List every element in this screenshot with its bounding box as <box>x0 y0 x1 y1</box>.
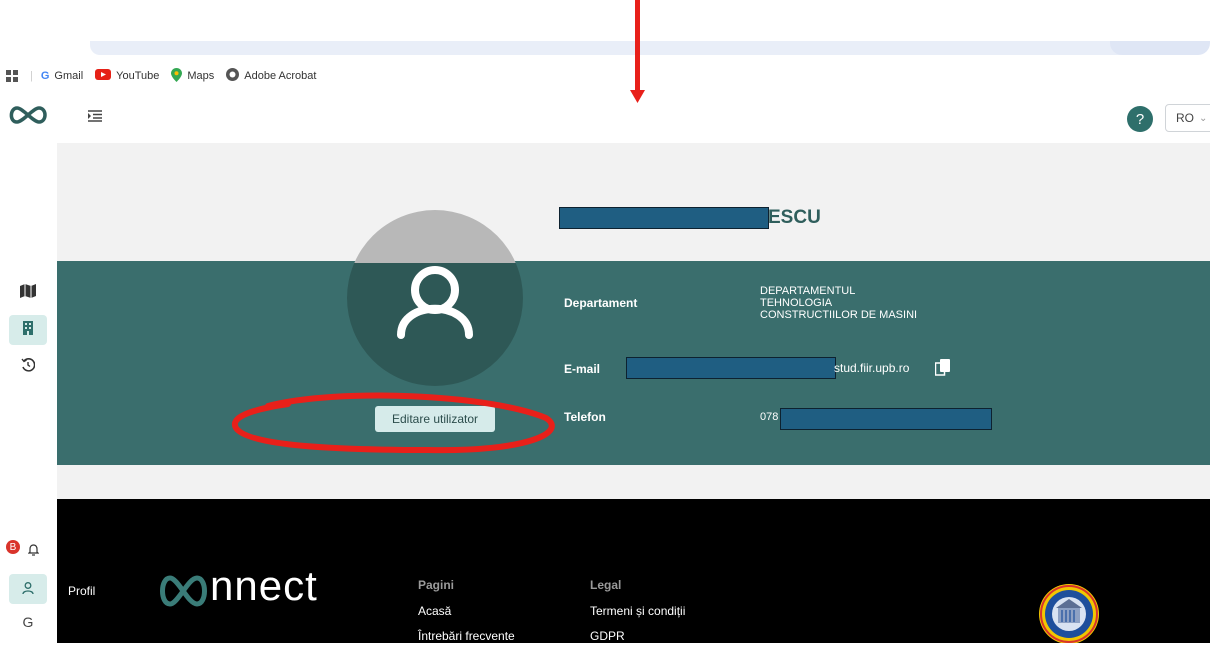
building-icon <box>22 321 34 339</box>
profile-chip[interactable] <box>1110 41 1210 55</box>
user-avatar-icon <box>397 266 473 339</box>
bookmark-label: YouTube <box>116 70 160 82</box>
bookmark-divider: | <box>30 70 33 82</box>
phone-value: 078 <box>760 411 779 423</box>
footer-pages-heading: Pagini <box>418 578 455 592</box>
sidebar-item-map[interactable] <box>9 278 47 308</box>
footer-legal-heading: Legal <box>590 578 622 592</box>
apps-grid-icon[interactable] <box>6 70 18 82</box>
phone-label: Telefon <box>564 410 606 424</box>
address-bar[interactable] <box>90 41 1130 55</box>
bookmark-label: Adobe Acrobat <box>244 70 317 82</box>
department-line: DEPARTAMENTUL <box>760 285 856 297</box>
department-line: TEHNOLOGIA <box>760 297 833 309</box>
sidebar-item-history[interactable] <box>9 352 47 382</box>
history-icon <box>21 358 36 376</box>
google-icon: G <box>40 70 50 82</box>
bookmark-label: Maps <box>187 70 215 82</box>
brand-text: nnect <box>210 562 318 609</box>
sidebar <box>0 143 57 643</box>
bookmark-label: Gmail <box>54 70 84 82</box>
bookmark-gmail[interactable]: G Gmail <box>41 70 83 82</box>
avatar <box>347 210 523 386</box>
annotation-ellipse <box>228 388 562 458</box>
app-logo[interactable] <box>6 104 50 126</box>
sidebar-item-google[interactable]: G <box>9 607 47 637</box>
university-seal-icon <box>1038 583 1100 644</box>
language-value: RO <box>1176 111 1194 125</box>
menu-toggle-icon[interactable] <box>88 109 102 122</box>
google-icon: G <box>22 614 34 630</box>
footer-link-home[interactable]: Acasă <box>418 604 451 618</box>
bookmark-maps[interactable]: Maps <box>171 67 215 85</box>
bookmark-acrobat[interactable]: Adobe Acrobat <box>226 68 316 84</box>
sidebar-item-notifications[interactable]: B <box>6 533 47 563</box>
redaction-box <box>559 207 769 229</box>
redaction-box <box>780 408 992 430</box>
email-label: E-mail <box>564 362 601 376</box>
profile-name: ESCU <box>768 207 821 228</box>
bookmark-youtube[interactable]: YouTube <box>95 69 159 83</box>
map-icon <box>20 284 36 302</box>
annotation-arrow <box>628 0 648 104</box>
redaction-box <box>626 357 836 379</box>
user-icon <box>22 581 34 598</box>
department-line: CONSTRUCTIILOR DE MASINI <box>760 309 918 321</box>
department-label: Departament <box>564 296 638 310</box>
bell-icon <box>27 543 39 560</box>
footer-profile-link[interactable]: Profil <box>68 584 95 598</box>
language-select[interactable]: RO ⌄ <box>1165 104 1210 132</box>
content-spacer <box>57 465 1210 499</box>
help-button[interactable]: ? <box>1127 106 1153 132</box>
acrobat-icon <box>226 68 240 84</box>
footer-link-gdpr[interactable]: GDPR <box>590 629 625 643</box>
notification-badge: B <box>6 540 20 554</box>
sidebar-item-profile[interactable] <box>9 574 47 604</box>
department-value: DEPARTAMENTUL TEHNOLOGIA CONSTRUCTIILOR … <box>760 285 917 321</box>
bookmarks-bar: | G Gmail YouTube Maps Adobe Acrobat <box>0 66 600 86</box>
footer-link-faq[interactable]: Întrebări frecvente <box>418 629 515 643</box>
copy-icon[interactable] <box>934 359 951 377</box>
sidebar-item-building[interactable] <box>9 315 47 345</box>
connect-logo: nnect <box>157 562 357 618</box>
youtube-icon <box>95 69 112 83</box>
email-value: stud.fiir.upb.ro <box>834 361 910 375</box>
maps-icon <box>171 67 183 85</box>
chevron-down-icon: ⌄ <box>1199 112 1208 124</box>
footer-link-terms[interactable]: Termeni și condiții <box>590 604 685 618</box>
profile-header-bg <box>57 143 1210 261</box>
help-label: ? <box>1135 110 1145 128</box>
